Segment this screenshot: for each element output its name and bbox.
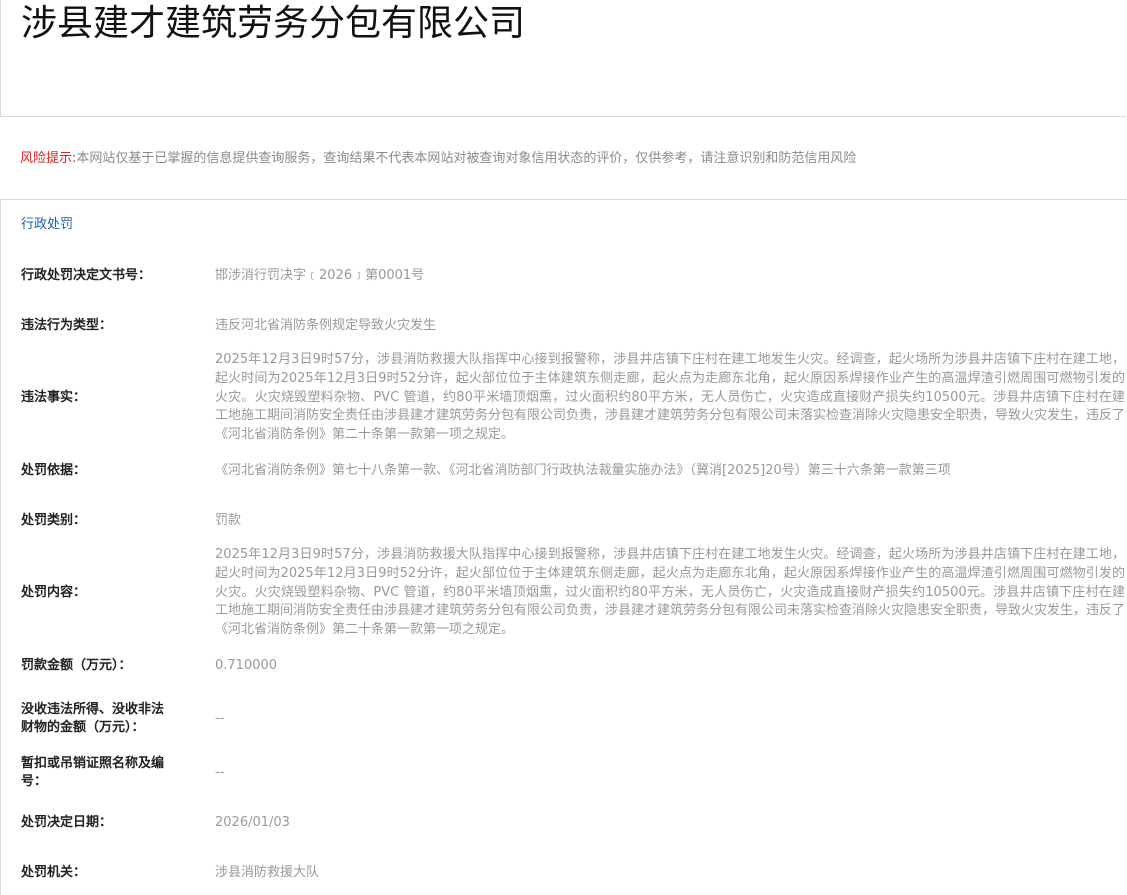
- field-row-penalty-content: 处罚内容： 2025年12月3日9时57分，涉县消防救援大队指挥中心接到报警称，…: [21, 545, 1127, 641]
- field-label: 处罚依据：: [21, 463, 87, 478]
- field-label: 没收违法所得、没收非法财物的金额（万元）：: [21, 702, 165, 735]
- field-label: 违法事实：: [21, 390, 87, 405]
- field-row-confiscation-amount: 没收违法所得、没收非法财物的金额（万元）： --: [21, 691, 1127, 747]
- field-row-document-number: 行政处罚决定文书号： 邯涉消行罚决字﹝2026﹞第0001号: [21, 266, 1127, 286]
- field-row-violation-type: 违法行为类型： 违反河北省消防条例规定导致火灾发生: [21, 316, 1127, 336]
- company-title: 涉县建才建筑劳务分包有限公司: [21, 3, 526, 44]
- field-label: 处罚机关：: [21, 865, 87, 880]
- field-label: 处罚内容：: [21, 585, 87, 600]
- field-value: 2025年12月3日9时57分，涉县消防救援大队指挥中心接到报警称，涉县井店镇下…: [215, 352, 1126, 443]
- field-value: 2026/01/03: [215, 814, 290, 830]
- field-value: --: [215, 710, 225, 726]
- field-value: 涉县消防救援大队: [215, 864, 320, 880]
- field-row-license-revocation: 暂扣或吊销证照名称及编号： --: [21, 754, 1127, 792]
- field-value: 0.710000: [215, 657, 278, 673]
- risk-notice: 风险提示:本网站仅基于已掌握的信息提供查询服务，查询结果不代表本网站对被查询对象…: [20, 150, 856, 168]
- field-label: 罚款金额（万元）：: [21, 658, 132, 673]
- field-row-penalty-basis: 处罚依据： 《河北省消防条例》第七十八条第一款、《河北省消防部门行政执法裁量实施…: [21, 461, 1127, 481]
- field-row-fine-amount: 罚款金额（万元）： 0.710000: [21, 656, 1127, 676]
- field-value: 《河北省消防条例》第七十八条第一款、《河北省消防部门行政执法裁量实施办法》（冀消…: [215, 462, 951, 478]
- field-row-penalty-authority: 处罚机关： 涉县消防救援大队: [21, 863, 1127, 883]
- risk-notice-label: 风险提示:: [20, 151, 77, 166]
- field-label: 处罚决定日期：: [21, 815, 113, 830]
- field-row-penalty-category: 处罚类别： 罚款: [21, 511, 1127, 531]
- field-row-decision-date: 处罚决定日期： 2026/01/03: [21, 813, 1127, 833]
- section-title: 行政处罚: [21, 217, 74, 232]
- field-row-violation-facts: 违法事实： 2025年12月3日9时57分，涉县消防救援大队指挥中心接到报警称，…: [21, 350, 1127, 446]
- field-label: 行政处罚决定文书号：: [21, 268, 152, 283]
- field-value: 邯涉消行罚决字﹝2026﹞第0001号: [215, 267, 425, 283]
- field-label: 处罚类别：: [21, 513, 87, 528]
- header-panel: 涉县建才建筑劳务分包有限公司: [0, 0, 1126, 117]
- field-label: 违法行为类型：: [21, 318, 113, 333]
- risk-notice-text: 本网站仅基于已掌握的信息提供查询服务，查询结果不代表本网站对被查询对象信用状态的…: [76, 151, 857, 166]
- field-value: 违反河北省消防条例规定导致火灾发生: [215, 317, 437, 333]
- field-label: 暂扣或吊销证照名称及编号：: [21, 756, 165, 789]
- field-value: 罚款: [215, 512, 242, 528]
- field-value: --: [215, 764, 225, 780]
- field-value: 2025年12月3日9时57分，涉县消防救援大队指挥中心接到报警称，涉县井店镇下…: [215, 547, 1126, 638]
